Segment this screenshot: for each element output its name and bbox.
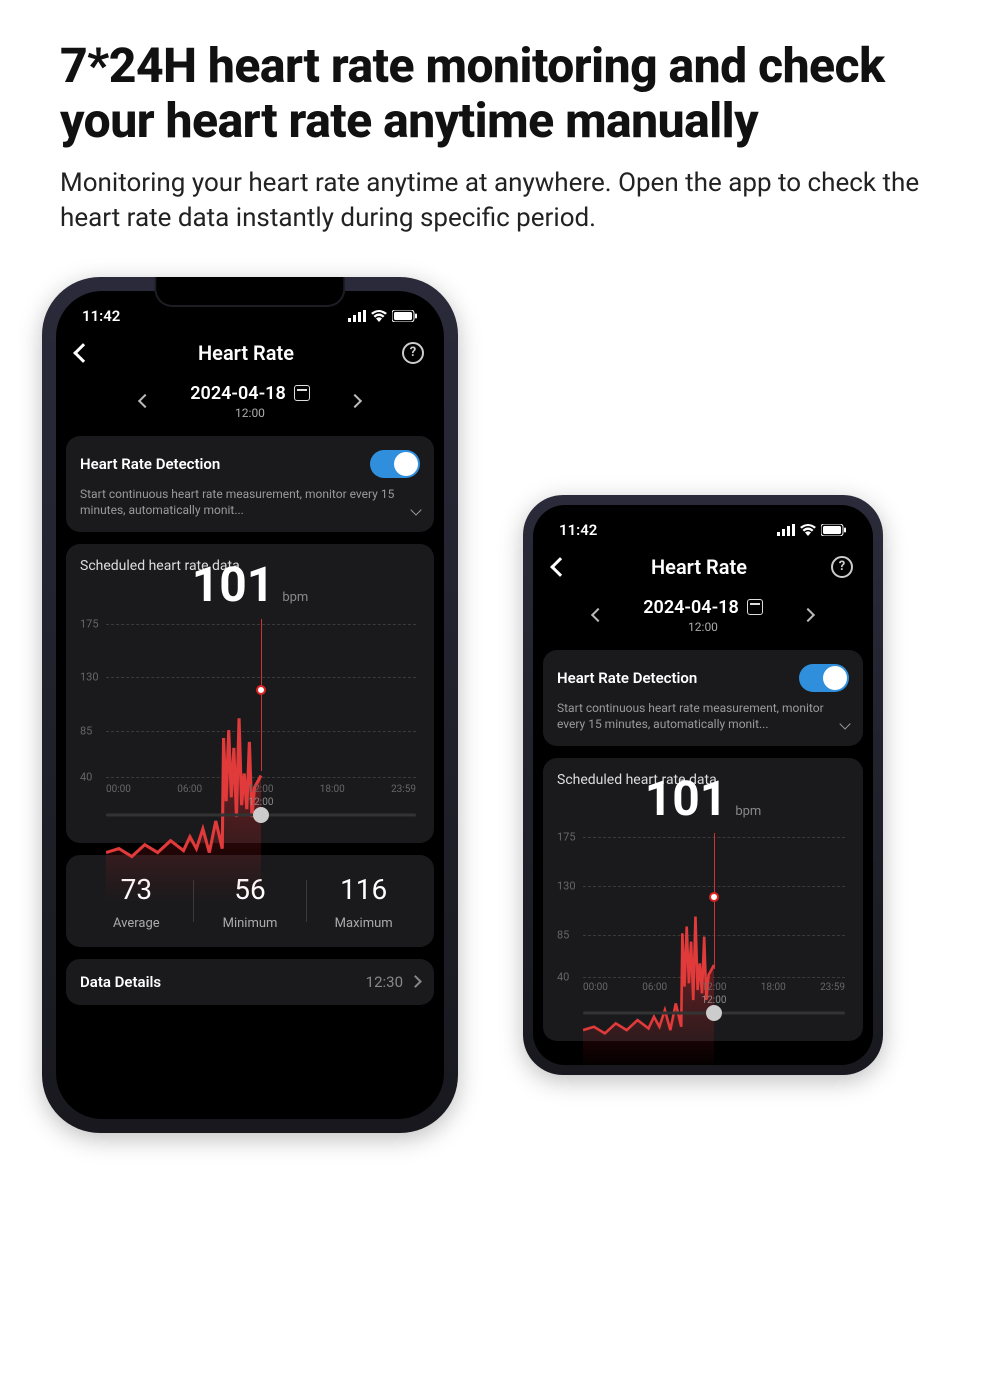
current-hr-unit: bpm — [282, 590, 308, 605]
page-title: Heart Rate — [198, 341, 294, 365]
status-time: 11:42 — [559, 521, 597, 539]
x-tick: 00:00 — [583, 982, 608, 993]
selected-date: 2024-04-18 — [190, 383, 285, 404]
marketing-headline: 7*24H heart rate monitoring and check yo… — [60, 38, 940, 148]
chart-card: Scheduled heart rate data 101 bpm 175 13… — [66, 544, 434, 843]
x-tick: 00:00 — [106, 784, 131, 795]
selected-time: 12:00 — [190, 406, 309, 420]
detection-title: Heart Rate Detection — [80, 455, 220, 473]
chart-line — [583, 831, 845, 1065]
date-picker[interactable]: 2024-04-18 12:00 — [643, 597, 762, 634]
detection-description: Start continuous heart rate measurement,… — [557, 700, 837, 732]
x-tick: 18:00 — [761, 982, 786, 993]
y-tick: 175 — [80, 618, 99, 631]
x-tick: 23:59 — [820, 982, 845, 993]
phone-notch — [154, 277, 345, 307]
heart-rate-chart[interactable]: 175 130 85 40 00:00 — [557, 831, 849, 993]
current-hr-value: 101 — [645, 770, 728, 827]
date-prev-button[interactable] — [591, 608, 605, 622]
time-scrubber[interactable]: 12:00 — [80, 801, 420, 829]
y-tick: 130 — [557, 880, 576, 893]
y-tick: 130 — [80, 671, 99, 684]
y-tick: 85 — [80, 724, 92, 737]
date-next-button[interactable] — [348, 394, 362, 408]
data-details-row[interactable]: Data Details 12:30 — [66, 959, 434, 1005]
current-hr-unit: bpm — [735, 804, 761, 819]
back-button[interactable] — [550, 557, 570, 577]
data-details-time: 12:30 — [366, 973, 403, 991]
expand-description-button[interactable] — [839, 718, 850, 729]
detection-card: Heart Rate Detection Start continuous he… — [66, 436, 434, 532]
battery-icon — [392, 310, 418, 322]
detection-card: Heart Rate Detection Start continuous he… — [543, 650, 863, 746]
y-tick: 40 — [557, 970, 569, 983]
heart-rate-chart[interactable]: 175 130 85 40 — [80, 617, 420, 795]
y-tick: 85 — [557, 928, 569, 941]
signal-icon — [777, 524, 795, 536]
x-tick: 06:00 — [642, 982, 667, 993]
detection-title: Heart Rate Detection — [557, 669, 697, 687]
date-picker[interactable]: 2024-04-18 12:00 — [190, 383, 309, 420]
back-button[interactable] — [73, 343, 93, 363]
selected-date: 2024-04-18 — [643, 597, 738, 618]
phone-mockup-small: 11:42 Heart Rate ? — [523, 495, 883, 1075]
wifi-icon — [800, 524, 816, 536]
page-title: Heart Rate — [651, 555, 747, 579]
date-prev-button[interactable] — [138, 394, 152, 408]
detection-description: Start continuous heart rate measurement,… — [80, 486, 408, 518]
x-tick: 23:59 — [391, 784, 416, 795]
calendar-icon — [294, 385, 310, 401]
signal-icon — [348, 310, 366, 322]
scrubber-thumb[interactable] — [253, 807, 269, 823]
phone-mockup-large: 11:42 Heart Rate ? — [42, 277, 458, 1133]
calendar-icon — [747, 599, 763, 615]
current-hr-value: 101 — [192, 556, 275, 613]
expand-description-button[interactable] — [410, 504, 421, 515]
help-icon[interactable]: ? — [402, 342, 424, 364]
date-next-button[interactable] — [801, 608, 815, 622]
detection-toggle[interactable] — [370, 450, 420, 478]
help-icon[interactable]: ? — [831, 556, 853, 578]
marketing-subhead: Monitoring your heart rate anytime at an… — [60, 166, 940, 236]
chevron-right-icon — [409, 976, 422, 989]
x-tick: 06:00 — [177, 784, 202, 795]
x-tick: 12:00 — [702, 982, 727, 993]
chart-line — [106, 617, 416, 927]
y-tick: 40 — [80, 771, 92, 784]
x-tick: 12:00 — [249, 784, 274, 795]
chart-cursor-dot — [709, 892, 719, 902]
status-time: 11:42 — [82, 307, 120, 325]
chart-cursor-dot — [256, 685, 266, 695]
status-bar: 11:42 — [533, 505, 873, 547]
battery-icon — [821, 524, 847, 536]
detection-toggle[interactable] — [799, 664, 849, 692]
time-scrubber[interactable]: 12:00 — [557, 999, 849, 1027]
x-tick: 18:00 — [320, 784, 345, 795]
data-details-label: Data Details — [80, 973, 161, 991]
scrubber-thumb[interactable] — [706, 1005, 722, 1021]
chart-card: Scheduled heart rate data 101 bpm 175 13… — [543, 758, 863, 1041]
wifi-icon — [371, 310, 387, 322]
y-tick: 175 — [557, 831, 576, 844]
selected-time: 12:00 — [643, 620, 762, 634]
